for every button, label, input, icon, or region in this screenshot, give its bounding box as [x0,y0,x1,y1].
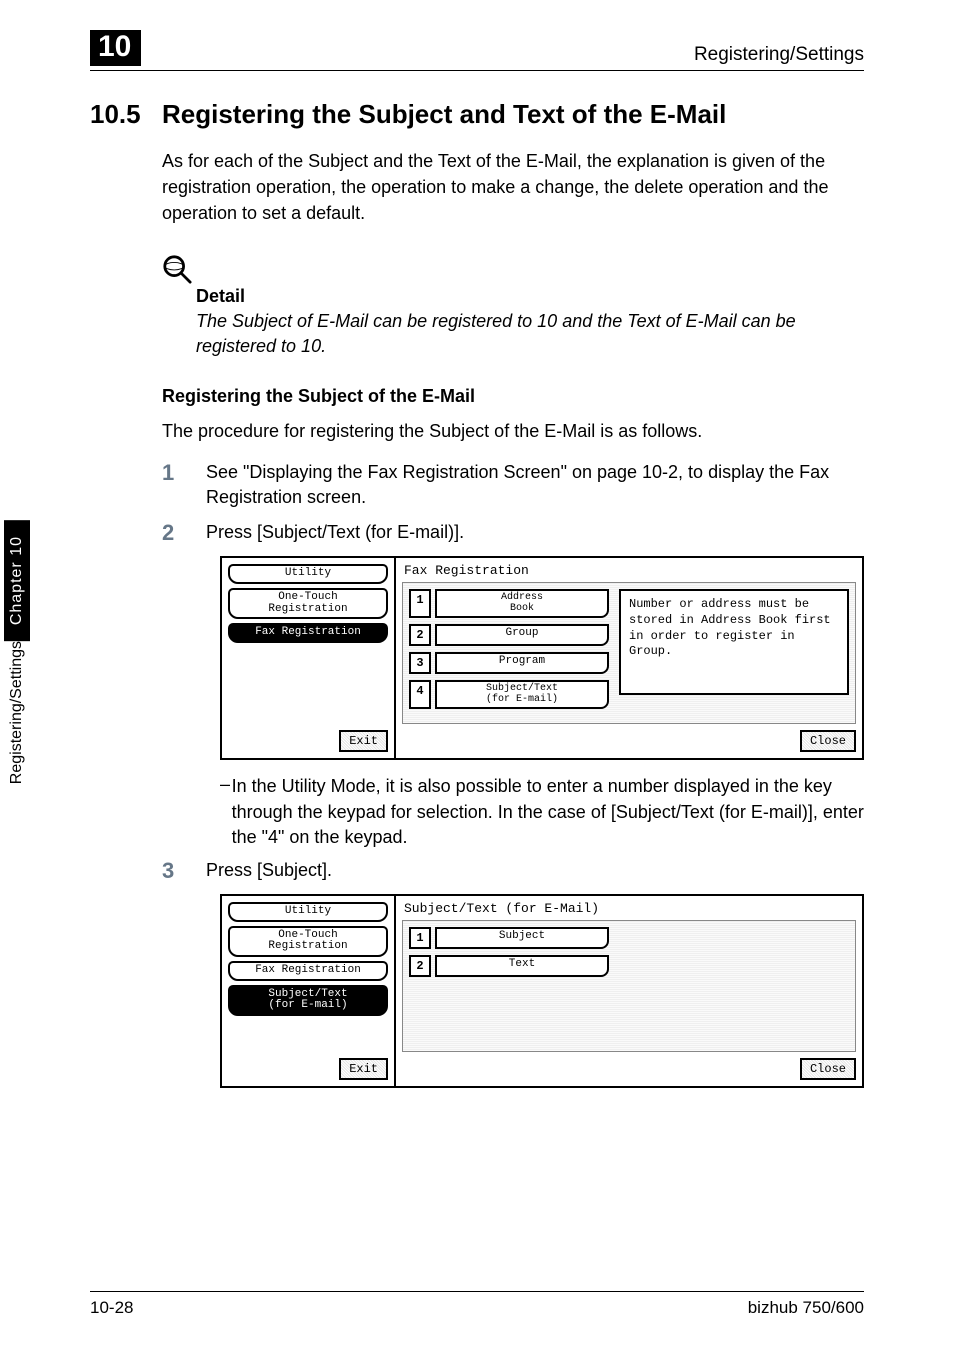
close-button[interactable]: Close [800,730,856,752]
group-button[interactable]: Group [435,624,609,646]
substep-dash: – [220,774,232,850]
side-section-label: Registering/Settings [8,641,26,794]
detail-text: The Subject of E-Mail can be registered … [196,309,864,359]
magnifier-icon [162,254,192,284]
subject-text-screen: Utility One-Touch Registration Fax Regis… [220,894,864,1088]
button-number: 1 [409,927,431,949]
side-chapter-label: Chapter 10 [4,520,30,641]
address-book-button[interactable]: Address Book [435,589,609,618]
exit-button[interactable]: Exit [339,1058,388,1080]
step-number: 1 [162,460,206,510]
utility-tab[interactable]: Utility [228,564,388,584]
page-footer: 10-28 bizhub 750/600 [90,1291,864,1318]
section-intro: As for each of the Subject and the Text … [162,148,864,226]
subsection-heading: Registering the Subject of the E-Mail [162,386,864,407]
step-number: 2 [162,520,206,546]
substep: – In the Utility Mode, it is also possib… [220,774,864,850]
step: 1 See "Displaying the Fax Registration S… [162,460,864,510]
text-button[interactable]: Text [435,955,609,977]
fax-registration-tab[interactable]: Fax Registration [228,961,388,981]
screen-title: Fax Registration [402,562,856,582]
subject-button[interactable]: Subject [435,927,609,949]
one-touch-registration-tab[interactable]: One-Touch Registration [228,588,388,619]
program-button[interactable]: Program [435,652,609,674]
side-tab: Chapter 10 Registering/Settings [0,520,34,820]
step-text: See "Displaying the Fax Registration Scr… [206,460,864,510]
running-title: Registering/Settings [694,44,864,66]
button-number: 4 [409,680,431,709]
step-number: 3 [162,858,206,884]
section-title: Registering the Subject and Text of the … [162,99,726,130]
subject-text-email-button[interactable]: Subject/Text (for E-mail) [435,680,609,709]
section-number: 10.5 [90,99,162,130]
button-number: 2 [409,955,431,977]
info-message: Number or address must be stored in Addr… [619,589,849,695]
exit-button[interactable]: Exit [339,730,388,752]
step-text: Press [Subject]. [206,858,332,884]
detail-heading: Detail [196,286,864,307]
button-number: 1 [409,589,431,618]
step: 2 Press [Subject/Text (for E-mail)]. [162,520,864,546]
subsection-intro: The procedure for registering the Subjec… [162,421,864,442]
button-number: 2 [409,624,431,646]
chapter-number: 10 [90,30,141,66]
step-text: Press [Subject/Text (for E-mail)]. [206,520,464,546]
model-name: bizhub 750/600 [748,1298,864,1318]
screen-title: Subject/Text (for E-Mail) [402,900,856,920]
subject-text-email-tab[interactable]: Subject/Text (for E-mail) [228,985,388,1016]
fax-registration-tab[interactable]: Fax Registration [228,623,388,643]
page-number: 10-28 [90,1298,133,1318]
close-button[interactable]: Close [800,1058,856,1080]
fax-registration-screen: Utility One-Touch Registration Fax Regis… [220,556,864,760]
substep-text: In the Utility Mode, it is also possible… [232,774,864,850]
page-header: 10 Registering/Settings [90,30,864,71]
step: 3 Press [Subject]. [162,858,864,884]
section-heading: 10.5 Registering the Subject and Text of… [90,99,864,130]
button-number: 3 [409,652,431,674]
utility-tab[interactable]: Utility [228,902,388,922]
one-touch-registration-tab[interactable]: One-Touch Registration [228,926,388,957]
